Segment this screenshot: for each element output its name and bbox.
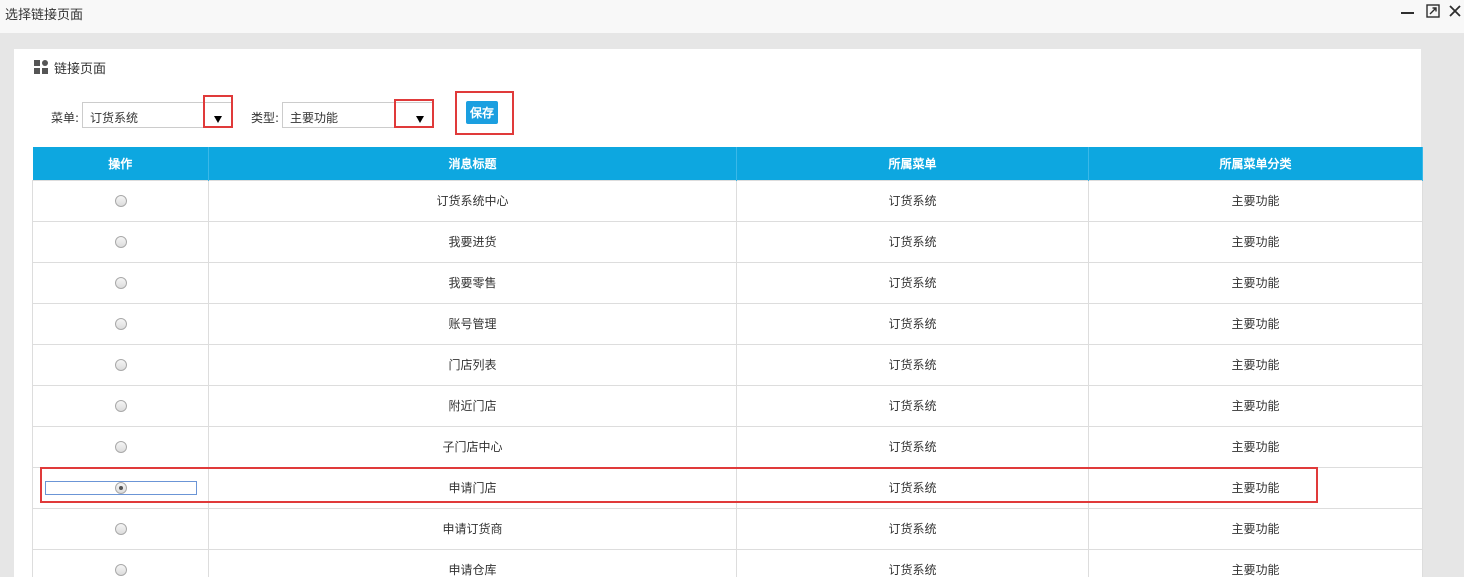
category-cell: 主要功能: [1088, 343, 1423, 386]
col-header-category: 所属菜单分类: [1088, 147, 1423, 180]
table-row[interactable]: 订货系统中心 订货系统 主要功能: [32, 179, 1423, 222]
menu-cell: 订货系统: [736, 261, 1089, 304]
select-cell: [32, 343, 209, 386]
category-cell: 主要功能: [1088, 384, 1423, 427]
menu-cell: 订货系统: [736, 425, 1089, 468]
title-cell: 门店列表: [208, 343, 737, 386]
category-cell: 主要功能: [1088, 507, 1423, 550]
menu-select[interactable]: 订货系统: [82, 102, 232, 128]
maximize-icon[interactable]: [1426, 4, 1442, 20]
filter-bar: 菜单: 订货系统 类型: 主要功能: [14, 89, 1421, 139]
title-cell: 子门店中心: [208, 425, 737, 468]
menu-cell: 订货系统: [736, 466, 1089, 509]
chevron-down-icon[interactable]: [403, 107, 429, 133]
select-cell: [32, 548, 209, 577]
title-cell: 申请仓库: [208, 548, 737, 577]
title-cell: 附近门店: [208, 384, 737, 427]
type-select[interactable]: 主要功能: [282, 102, 434, 128]
select-cell: [32, 425, 209, 468]
category-cell: 主要功能: [1088, 548, 1423, 577]
row-radio[interactable]: [114, 359, 127, 371]
category-cell: 主要功能: [1088, 302, 1423, 345]
table-row-selected[interactable]: 申请门店 订货系统 主要功能: [32, 466, 1423, 509]
select-cell: [32, 261, 209, 304]
menu-cell: 订货系统: [736, 343, 1089, 386]
category-cell: 主要功能: [1088, 425, 1423, 468]
table-header-row: 操作 消息标题 所属菜单 所属菜单分类: [32, 147, 1423, 180]
select-cell: [32, 466, 209, 509]
menu-cell: 订货系统: [736, 548, 1089, 577]
panel-header: 链接页面: [34, 59, 107, 77]
select-cell: [32, 179, 209, 222]
row-radio[interactable]: [114, 318, 127, 330]
title-cell: 我要零售: [208, 261, 737, 304]
menu-label: 菜单:: [51, 111, 80, 125]
menu-cell: 订货系统: [736, 220, 1089, 263]
table-row[interactable]: 账号管理 订货系统 主要功能: [32, 302, 1423, 345]
window-titlebar: 选择链接页面: [0, 0, 1464, 34]
row-radio[interactable]: [114, 523, 127, 535]
row-radio[interactable]: [114, 441, 127, 453]
table-row[interactable]: 我要进货 订货系统 主要功能: [32, 220, 1423, 263]
window-title: 选择链接页面: [5, 8, 84, 23]
type-select-value: 主要功能: [290, 111, 339, 125]
select-cell: [32, 302, 209, 345]
category-cell: 主要功能: [1088, 179, 1423, 222]
save-button[interactable]: 保存: [466, 101, 498, 124]
table-row[interactable]: 申请订货商 订货系统 主要功能: [32, 507, 1423, 550]
page-table: 操作 消息标题 所属菜单 所属菜单分类 订货系统中心 订货系统 主要功能 我要进…: [32, 147, 1423, 577]
select-cell: [32, 384, 209, 427]
row-radio[interactable]: [114, 400, 127, 412]
chevron-down-icon[interactable]: [201, 107, 227, 133]
type-label: 类型:: [251, 111, 280, 125]
row-radio[interactable]: [114, 564, 127, 576]
menu-cell: 订货系统: [736, 302, 1089, 345]
row-radio[interactable]: [114, 236, 127, 248]
menu-cell: 订货系统: [736, 507, 1089, 550]
category-cell: 主要功能: [1088, 220, 1423, 263]
category-cell: 主要功能: [1088, 261, 1423, 304]
category-cell: 主要功能: [1088, 466, 1423, 509]
row-radio-checked[interactable]: [114, 481, 127, 494]
link-page-panel: 链接页面 菜单: 订货系统 类型: 主要功能 保存 操作 消息标题 所属菜单 所…: [14, 49, 1423, 577]
table-row[interactable]: 申请仓库 订货系统 主要功能: [32, 548, 1423, 577]
title-cell: 我要进货: [208, 220, 737, 263]
col-header-action: 操作: [32, 147, 209, 180]
table-row[interactable]: 我要零售 订货系统 主要功能: [32, 261, 1423, 304]
select-cell: [32, 220, 209, 263]
row-radio[interactable]: [114, 195, 127, 207]
minimize-icon[interactable]: [1400, 4, 1416, 20]
menu-cell: 订货系统: [736, 384, 1089, 427]
title-cell: 申请订货商: [208, 507, 737, 550]
row-radio[interactable]: [114, 277, 127, 289]
title-cell: 订货系统中心: [208, 179, 737, 222]
table-row[interactable]: 子门店中心 订货系统 主要功能: [32, 425, 1423, 468]
col-header-title: 消息标题: [208, 147, 737, 180]
close-icon[interactable]: [1448, 4, 1464, 20]
menu-select-value: 订货系统: [90, 111, 139, 125]
selected-focus-box: [44, 480, 197, 495]
grid-icon: [34, 60, 48, 74]
title-cell: 申请门店: [208, 466, 737, 509]
table-row[interactable]: 门店列表 订货系统 主要功能: [32, 343, 1423, 386]
panel-title: 链接页面: [54, 61, 107, 77]
select-cell: [32, 507, 209, 550]
col-header-menu: 所属菜单: [736, 147, 1089, 180]
menu-cell: 订货系统: [736, 179, 1089, 222]
title-cell: 账号管理: [208, 302, 737, 345]
table-row[interactable]: 附近门店 订货系统 主要功能: [32, 384, 1423, 427]
